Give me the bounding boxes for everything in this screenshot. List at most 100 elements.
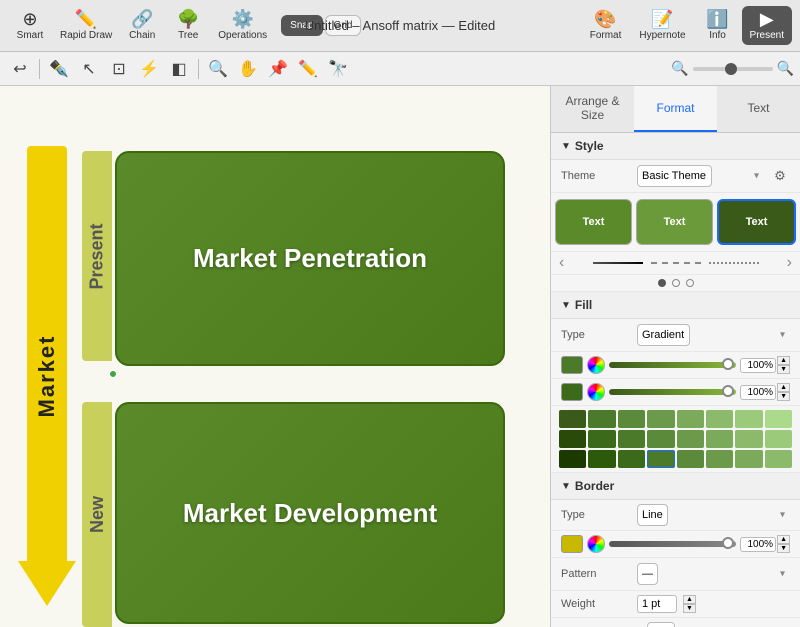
operations-button[interactable]: ⚙️ Operations bbox=[212, 6, 273, 45]
line-style-3[interactable] bbox=[709, 262, 759, 264]
style-thumb-1[interactable]: Text bbox=[555, 199, 632, 245]
swatch-9[interactable] bbox=[588, 430, 615, 448]
weight-input[interactable] bbox=[637, 595, 677, 613]
swatch-17[interactable] bbox=[588, 450, 615, 468]
swatch-7[interactable] bbox=[765, 410, 792, 428]
market-development-box[interactable]: Market Development bbox=[115, 402, 505, 624]
zoom-slider[interactable] bbox=[693, 67, 773, 71]
swatch-3[interactable] bbox=[647, 410, 674, 428]
info-button[interactable]: ℹ️ Info bbox=[696, 6, 740, 45]
fill-type-select[interactable]: Gradient bbox=[637, 324, 690, 346]
swatch-22[interactable] bbox=[735, 450, 762, 468]
swatch-11[interactable] bbox=[647, 430, 674, 448]
border-color-wheel[interactable] bbox=[587, 535, 605, 553]
pattern-select[interactable]: — bbox=[637, 563, 658, 585]
next-style-button[interactable]: › bbox=[787, 254, 792, 272]
pen-button[interactable]: ✒️ bbox=[45, 56, 73, 82]
select-button[interactable]: ↖ bbox=[75, 56, 103, 82]
theme-gear-button[interactable]: ⚙ bbox=[770, 166, 790, 186]
swatch-12[interactable] bbox=[677, 430, 704, 448]
chain-icon: 🔗 bbox=[131, 10, 153, 28]
pin-button[interactable]: 📌 bbox=[264, 56, 292, 82]
zoom-in-button[interactable]: 🔍 bbox=[204, 56, 232, 82]
lasso-button[interactable]: ⊡ bbox=[105, 56, 133, 82]
theme-select[interactable]: Basic Theme bbox=[637, 165, 712, 187]
style-thumb-3[interactable]: Text bbox=[717, 199, 796, 245]
swatch-23[interactable] bbox=[765, 450, 792, 468]
titlebar: ⊕ Smart ✏️ Rapid Draw 🔗 Chain 🌳 Tree ⚙️ … bbox=[0, 0, 800, 52]
border-pct-down[interactable]: ▼ bbox=[777, 544, 790, 553]
border-slider[interactable] bbox=[609, 541, 736, 547]
smart-button[interactable]: ⊕ Smart bbox=[8, 6, 52, 45]
market-arrow: Market bbox=[18, 146, 76, 606]
pan-button[interactable]: ✋ bbox=[234, 56, 262, 82]
swatch-6[interactable] bbox=[735, 410, 762, 428]
hypernote-button[interactable]: 📝 Hypernote bbox=[631, 6, 693, 45]
fill-pct-stepper-1: ▲ ▼ bbox=[740, 356, 790, 374]
line-style-1[interactable] bbox=[593, 262, 643, 264]
swatch-10[interactable] bbox=[618, 430, 645, 448]
style-section-header[interactable]: ▼ Style bbox=[551, 133, 800, 160]
swatch-13[interactable] bbox=[706, 430, 733, 448]
border-pct-up[interactable]: ▲ bbox=[777, 535, 790, 544]
swatch-15[interactable] bbox=[765, 430, 792, 448]
swatch-14[interactable] bbox=[735, 430, 762, 448]
tab-arrange[interactable]: Arrange & Size bbox=[551, 86, 634, 132]
style-thumbs: Text Text Text bbox=[551, 193, 800, 252]
border-type-select[interactable]: Line bbox=[637, 504, 668, 526]
swatch-5[interactable] bbox=[706, 410, 733, 428]
tab-format[interactable]: Format bbox=[634, 86, 717, 132]
border-pct-input[interactable] bbox=[740, 537, 776, 552]
fill-color-swatch-2[interactable] bbox=[561, 383, 583, 401]
format2-button[interactable]: ⚡ bbox=[135, 56, 163, 82]
swatch-19[interactable] bbox=[647, 450, 674, 468]
present-button[interactable]: ▶ Present bbox=[742, 6, 792, 45]
fill-slider-2[interactable] bbox=[609, 389, 736, 395]
pencil-button[interactable]: ✏️ bbox=[294, 56, 322, 82]
fill-pct-down-2[interactable]: ▼ bbox=[777, 392, 790, 401]
format-button[interactable]: 🎨 Format bbox=[582, 6, 630, 45]
fill-color-swatch-1[interactable] bbox=[561, 356, 583, 374]
corner-select[interactable]: 0 in bbox=[647, 622, 675, 627]
market-penetration-box[interactable]: Market Penetration bbox=[115, 151, 505, 366]
swatch-1[interactable] bbox=[588, 410, 615, 428]
swatch-0[interactable] bbox=[559, 410, 586, 428]
fill-pct-up-1[interactable]: ▲ bbox=[777, 356, 790, 365]
operations-icon: ⚙️ bbox=[232, 10, 254, 28]
fill-pct-input-1[interactable] bbox=[740, 358, 776, 373]
fill-pct-down-1[interactable]: ▼ bbox=[777, 365, 790, 374]
weight-down[interactable]: ▼ bbox=[683, 604, 696, 613]
border-section-header[interactable]: ▼ Border bbox=[551, 473, 800, 500]
swatch-20[interactable] bbox=[677, 450, 704, 468]
style-button[interactable]: ◧ bbox=[165, 56, 193, 82]
border-color-swatch[interactable] bbox=[561, 535, 583, 553]
rapid-draw-button[interactable]: ✏️ Rapid Draw bbox=[54, 6, 118, 45]
weight-up[interactable]: ▲ bbox=[683, 595, 696, 604]
color-wheel-2[interactable] bbox=[587, 383, 605, 401]
fill-slider-1[interactable] bbox=[609, 362, 736, 368]
style-thumb-2[interactable]: Text bbox=[636, 199, 713, 245]
swatch-4[interactable] bbox=[677, 410, 704, 428]
swatch-2[interactable] bbox=[618, 410, 645, 428]
fill-section-header[interactable]: ▼ Fill bbox=[551, 292, 800, 319]
color-wheel-1[interactable] bbox=[587, 356, 605, 374]
undo-button[interactable]: ↩ bbox=[6, 56, 34, 82]
sep2 bbox=[198, 59, 199, 79]
swatch-16[interactable] bbox=[559, 450, 586, 468]
dropper-button[interactable]: 🔭 bbox=[324, 56, 352, 82]
mp-title: Market Penetration bbox=[193, 243, 427, 274]
swatch-8[interactable] bbox=[559, 430, 586, 448]
fill-pct-up-2[interactable]: ▲ bbox=[777, 383, 790, 392]
market-label: Market bbox=[34, 335, 60, 418]
line-style-2[interactable] bbox=[651, 262, 701, 264]
fill-pct-input-2[interactable] bbox=[740, 385, 776, 400]
swatch-21[interactable] bbox=[706, 450, 733, 468]
canvas[interactable]: Market Present New Market Penetration Ma… bbox=[0, 86, 550, 627]
rapid-draw-icon: ✏️ bbox=[75, 10, 97, 28]
handle-left-mid[interactable] bbox=[108, 369, 118, 379]
tab-text[interactable]: Text bbox=[717, 86, 800, 132]
tree-button[interactable]: 🌳 Tree bbox=[166, 6, 210, 45]
operations-label: Operations bbox=[218, 30, 267, 41]
swatch-18[interactable] bbox=[618, 450, 645, 468]
chain-button[interactable]: 🔗 Chain bbox=[120, 6, 164, 45]
